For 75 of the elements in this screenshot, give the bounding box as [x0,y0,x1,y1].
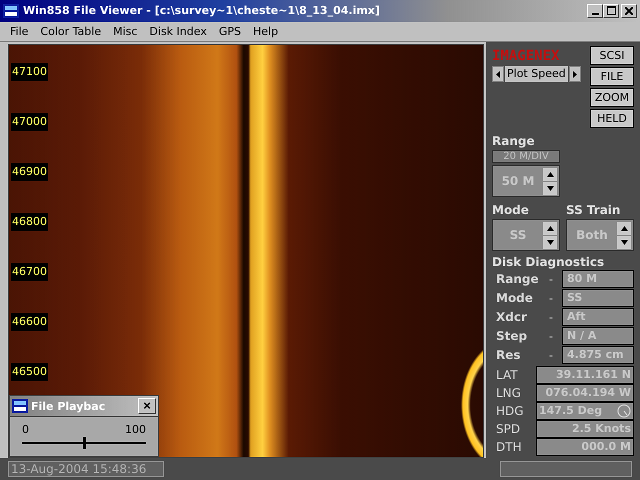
depth-label: 46500 [11,363,48,382]
plot-speed-label: Plot Speed [505,66,568,82]
menu-item[interactable]: GPS [212,25,247,38]
diagnostic-value: N / A [562,327,634,346]
panel-button[interactable]: ZOOM [590,88,634,108]
diagnostics-title: Disk Diagnostics [492,255,606,270]
depth-label: 47000 [11,113,48,132]
close-icon [625,6,633,15]
diagnostic-value: Aft [562,308,634,326]
minimize-button[interactable] [587,4,603,18]
depth-label: 46700 [11,263,48,282]
nav-label: LAT [495,368,519,382]
app-icon [3,4,19,18]
maximize-icon [606,6,616,16]
depth-label: 46600 [11,313,48,332]
diagnostic-label: Range [495,272,540,286]
slider-max-label: 100 [125,423,146,436]
maximize-button[interactable] [603,4,619,18]
down-triangle-icon [620,240,628,245]
left-triangle-icon [496,70,500,78]
nav-value: 000.0 M [536,438,634,456]
down-triangle-icon [546,186,554,191]
dash-separator: - [548,272,554,286]
slider-thumb[interactable] [83,437,86,450]
diagnostic-label: Res [495,348,522,362]
nav-label: DTH [495,440,523,454]
brand-logo: IMAGENEX [492,48,560,64]
left-arrow-button[interactable] [492,66,504,82]
date-time-field: 13-Aug-2004 15:48:36 [8,461,164,478]
depth-label: 47100 [11,63,48,82]
range-label: Range [492,134,536,148]
close-button[interactable] [621,4,637,18]
panel-button[interactable]: HELD [590,109,634,128]
menu-item[interactable]: Misc [107,25,144,38]
playback-title: File Playbac [31,400,106,413]
diagnostic-value: SS [562,289,634,308]
depth-label: 46900 [11,163,48,182]
right-triangle-icon [572,70,577,78]
dash-separator: - [548,348,554,362]
slider-min-label: 0 [22,423,29,436]
depth-label: 46800 [11,213,48,232]
app-icon [12,399,28,414]
up-triangle-icon [546,172,554,177]
menu-item[interactable]: Disk Index [143,25,213,38]
range-division: 20 M/DIV [492,150,560,164]
mode-label: Mode [492,203,530,218]
nav-value: 2.5 Knots [536,420,634,438]
dash-separator: - [548,330,554,343]
nav-label: LNG [495,386,522,400]
panel-button[interactable]: SCSI [590,46,634,66]
dash-separator: - [548,292,554,305]
diagnostic-label: Xdcr [495,310,528,324]
nav-value: 39.11.161 N [536,366,634,384]
up-triangle-icon [620,226,628,231]
nav-value: 147.5 Deg [539,403,602,420]
diagnostic-label: Step [495,329,528,344]
right-arrow-button[interactable] [568,66,581,82]
ss-train-label: SS Train [566,203,622,218]
minimize-icon [592,12,598,15]
diagnostic-value: 4.875 cm [562,346,634,364]
nav-value: 076.04.194 W [536,384,634,402]
up-triangle-icon [546,226,554,231]
dash-separator: - [548,310,554,324]
compass-icon [617,404,631,418]
nav-label: SPD [495,422,522,436]
nav-label: HDG [495,404,525,418]
down-triangle-icon [546,240,554,245]
close-button[interactable]: × [138,398,156,414]
window-title: Win858 File Viewer - [c:\survey~1\cheste~1\8_13_04.imx] [23,4,380,18]
panel-button[interactable]: FILE [590,67,634,86]
diagnostic-value: 80 M [562,270,634,288]
diagnostic-label: Mode [495,291,534,306]
menu-item[interactable]: Color Table [34,25,108,38]
menu-item[interactable]: Help [246,25,284,38]
menu-item[interactable]: File [4,25,34,38]
